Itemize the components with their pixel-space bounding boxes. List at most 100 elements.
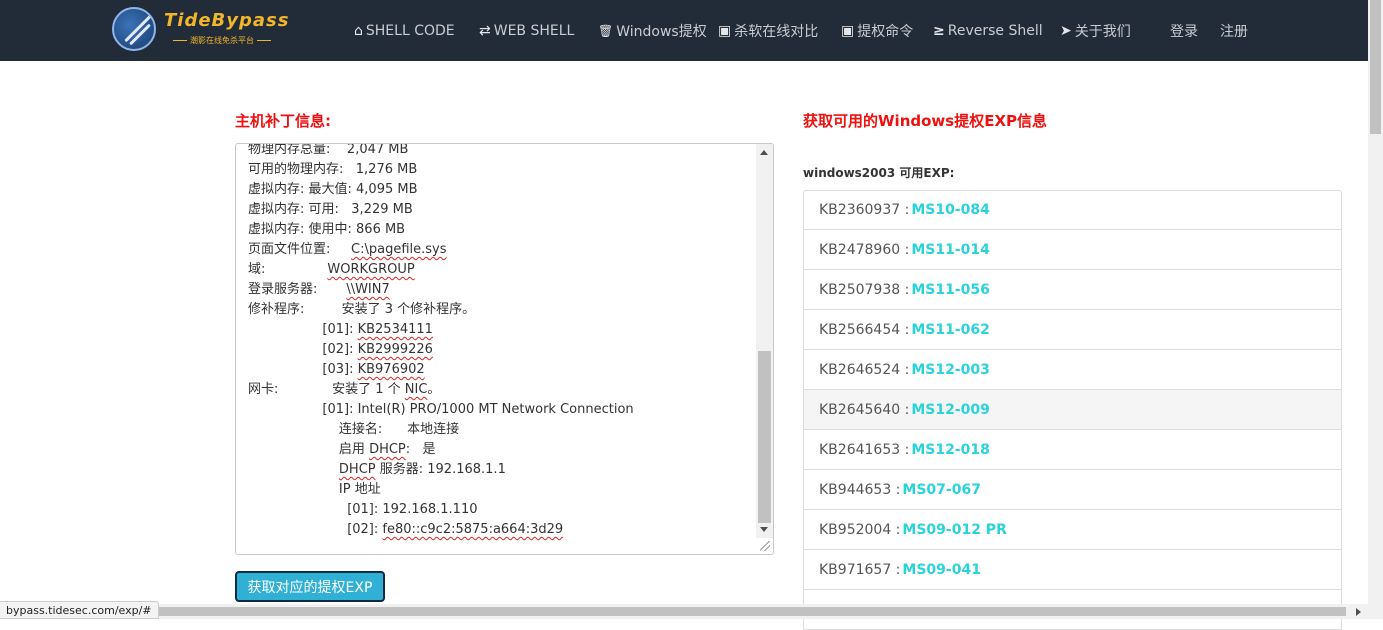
exp-kb-label: KB971657 : [819, 561, 901, 578]
exp-kb-label: KB2507938 : [819, 281, 910, 298]
text-segment [248, 322, 322, 337]
exp-list-item[interactable]: KB2478960 : MS11-014 [803, 230, 1342, 270]
page-vertical-scrollbar-thumb[interactable] [1370, 0, 1381, 134]
text-line: 登录服务器: \\WIN7 [248, 280, 753, 300]
text-segment: DHCP [369, 442, 406, 457]
text-segment: 服务器: 192.168.1.1 [375, 462, 506, 477]
text-segment: KB2534111 [357, 322, 433, 337]
exp-list-item[interactable]: KB2646524 : MS12-003 [803, 350, 1342, 390]
text-line: 域: WORKGROUP [248, 260, 753, 280]
text-segment: 。 [427, 382, 441, 397]
nav-item-label: 提权命令 [857, 24, 914, 40]
exp-info-title: 获取可用的Windows提权EXP信息 [803, 112, 1047, 130]
nav-item-about-us[interactable]: ➤ 关于我们 [1060, 21, 1131, 41]
text-segment: IP 地址 [338, 482, 381, 497]
text-segment: 物理内存总量: [248, 143, 347, 157]
text-segment: 连接名: 本地连接 [338, 422, 460, 437]
nav-item-label: 杀软在线对比 [734, 24, 819, 40]
systeminfo-textarea[interactable]: 物理内存总量: 2,047 MB 可用的物理内存: 1,276 MB 虚拟内存: 最… [235, 143, 774, 555]
status-bar-url: bypass.tidesec.com/exp/# [0, 601, 159, 619]
exp-ms-link[interactable]: MS12-003 [911, 362, 990, 378]
nav-item-av-compare[interactable]: ▣ 杀软在线对比 [718, 21, 818, 41]
textarea-scrollbar-thumb[interactable] [758, 351, 771, 523]
home-icon: ⌂ [354, 23, 363, 39]
nav-item-privesc-commands[interactable]: ▣ 提权命令 [841, 21, 913, 41]
text-segment: 可用的物理内存: 1,276 MB [248, 162, 418, 177]
text-line: [03]: KB976902 [248, 360, 753, 380]
exp-list-item[interactable]: KB2507938 : MS11-056 [803, 270, 1342, 310]
page-vertical-scrollbar[interactable] [1368, 0, 1383, 604]
text-line: 启用 DHCP: 是 [248, 440, 753, 460]
brand-name: TideBypass [164, 10, 290, 31]
exp-list-item[interactable]: KB2566454 : MS11-062 [803, 310, 1342, 350]
exp-kb-label: KB2478960 : [819, 241, 910, 258]
text-segment: 修补程序: 安装了 3 个修补程序。 [248, 302, 476, 317]
exp-kb-label: KB952004 : [819, 521, 901, 538]
text-line: DHCP 服务器: 192.168.1.1 [248, 460, 753, 480]
text-segment: fe80::c9c2:5875:a664:3d29 [382, 522, 564, 537]
top-navbar: TideBypass 潮影在线免杀平台 ⌂ SHELL CODE ⇄ WEB S… [0, 0, 1368, 61]
get-exp-button[interactable]: 获取对应的提权EXP [235, 571, 385, 602]
text-line: 虚拟内存: 可用: 3,229 MB [248, 200, 753, 220]
nav-item-shell-code[interactable]: ⌂ SHELL CODE [354, 21, 455, 41]
scroll-down-arrow-icon[interactable] [760, 527, 768, 532]
text-segment [248, 402, 322, 417]
exp-ms-link[interactable]: MS09-041 [902, 562, 981, 578]
text-line: 虚拟内存: 最大值: 4,095 MB [248, 180, 753, 200]
exp-kb-label: KB2566454 : [819, 321, 910, 338]
text-line: 可用的物理内存: 1,276 MB [248, 160, 753, 180]
exp-kb-label: KB944653 : [819, 481, 901, 498]
nav-item-label: Windows提权 [616, 24, 707, 40]
patch-info-title: 主机补丁信息: [235, 112, 331, 130]
exp-ms-link[interactable]: MS09-012 PR [902, 522, 1006, 538]
nav-item-label: Reverse Shell [947, 23, 1043, 39]
text-segment: C:\pagefile.sys [351, 242, 447, 257]
exp-list-item[interactable]: KB2360937 : MS10-084 [803, 190, 1342, 230]
exp-ms-link[interactable]: MS12-018 [911, 442, 990, 458]
exp-list: KB2360937 : MS10-084 KB2478960 : MS11-014… [803, 190, 1342, 630]
terminal-icon: ≥ [933, 23, 945, 39]
text-segment: 登录服务器: [248, 282, 347, 297]
exp-list-item[interactable]: KB944653 : MS07-067 [803, 470, 1342, 510]
nav-item-label: WEB SHELL [493, 23, 575, 39]
text-line: [02]: KB2999226 [248, 340, 753, 360]
exp-ms-link[interactable]: MS11-062 [911, 322, 990, 338]
exp-kb-label: KB2360937 : [819, 202, 910, 218]
text-segment [248, 482, 339, 497]
text-line: 网卡: 安装了 1 个 NIC。 [248, 380, 753, 400]
brand-logo[interactable]: TideBypass 潮影在线免杀平台 [112, 7, 302, 53]
nav-item-reverse-shell[interactable]: ≥ Reverse Shell [933, 21, 1043, 41]
exp-list-item[interactable]: KB971657 : MS09-041 [803, 550, 1342, 590]
login-link[interactable]: 登录 [1170, 21, 1198, 41]
text-line: 连接名: 本地连接 [248, 420, 753, 440]
text-line: [01]: Intel(R) PRO/1000 MT Network Conne… [248, 400, 753, 420]
text-segment: \\WIN7 [346, 282, 390, 297]
text-segment: NIC [404, 382, 428, 397]
exp-list-item[interactable]: KB2645640 : MS12-009 [803, 390, 1342, 430]
nav-item-web-shell[interactable]: ⇄ WEB SHELL [479, 21, 574, 41]
register-link[interactable]: 注册 [1220, 21, 1248, 41]
page-horizontal-scrollbar-thumb[interactable] [134, 607, 1346, 616]
text-segment: [01]: Intel(R) PRO/1000 MT Network Conne… [322, 402, 634, 417]
text-segment [248, 502, 347, 517]
nav-item-windows-privesc[interactable]: 🗑 Windows提权 [598, 21, 707, 41]
exp-ms-link[interactable]: MS12-009 [911, 402, 990, 418]
scroll-right-arrow-icon[interactable] [1356, 608, 1361, 616]
exp-ms-link[interactable]: MS10-084 [911, 202, 990, 218]
exp-os-subtitle: windows2003 可用EXP: [803, 166, 955, 180]
exp-ms-link[interactable]: MS07-067 [902, 482, 981, 498]
text-segment: [02]: [347, 522, 383, 537]
scroll-up-arrow-icon[interactable] [760, 150, 768, 155]
exp-list-item[interactable]: KB2641653 : MS12-018 [803, 430, 1342, 470]
trash-icon: 🗑 [598, 24, 614, 38]
exp-ms-link[interactable]: MS11-056 [911, 282, 990, 298]
text-segment: KB2999226 [357, 342, 433, 357]
exp-list-item[interactable]: KB952004 : MS09-012 PR [803, 510, 1342, 550]
exp-kb-label: KB2645640 : [819, 401, 910, 418]
text-segment [248, 342, 322, 357]
exp-ms-link[interactable]: MS11-014 [911, 242, 990, 258]
text-line: 虚拟内存: 使用中: 866 MB [248, 220, 753, 240]
page-horizontal-scrollbar[interactable] [0, 604, 1383, 619]
resize-grip-icon[interactable] [760, 541, 770, 551]
textarea-scrollbar[interactable] [756, 144, 773, 538]
